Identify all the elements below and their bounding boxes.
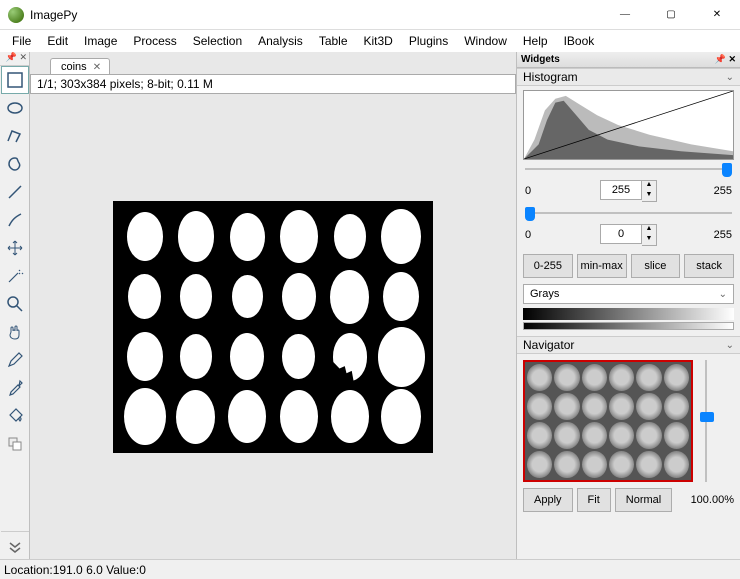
menu-image[interactable]: Image <box>76 32 125 50</box>
histogram-upper-slider[interactable] <box>525 162 732 176</box>
histogram-header[interactable]: Histogram ⌄ <box>517 68 740 86</box>
chevron-down-icon: ⌄ <box>726 340 734 351</box>
pencil-icon[interactable] <box>1 346 29 374</box>
wand-icon[interactable] <box>1 206 29 234</box>
btn-0-255[interactable]: 0-255 <box>523 254 573 278</box>
navigator-header[interactable]: Navigator ⌄ <box>517 336 740 354</box>
polygon-select-icon[interactable] <box>1 122 29 150</box>
menu-bar: File Edit Image Process Selection Analys… <box>0 30 740 52</box>
hist-min-label: 0 <box>525 185 553 197</box>
spin-down-icon[interactable]: ▼ <box>642 235 656 245</box>
hist-max-label2: 255 <box>704 229 732 241</box>
zoom-icon[interactable] <box>1 290 29 318</box>
app-icon <box>8 7 24 23</box>
menu-ibook[interactable]: IBook <box>556 32 603 50</box>
magic-wand-icon[interactable] <box>1 262 29 290</box>
widgets-title: Widgets <box>521 54 560 65</box>
bucket-icon[interactable] <box>1 402 29 430</box>
menu-edit[interactable]: Edit <box>39 32 76 50</box>
menu-file[interactable]: File <box>4 32 39 50</box>
image-info-bar: 1/1; 303x384 pixels; 8-bit; 0.11 M <box>30 74 516 94</box>
btn-apply[interactable]: Apply <box>523 488 573 512</box>
widgets-header: Widgets 📌 ✕ <box>517 52 740 68</box>
image-canvas[interactable] <box>113 201 433 453</box>
rect-select-icon[interactable] <box>1 66 29 94</box>
spin-up-icon[interactable]: ▲ <box>642 181 656 191</box>
tab-coins[interactable]: coins ✕ <box>50 58 110 74</box>
menu-table[interactable]: Table <box>311 32 356 50</box>
menu-window[interactable]: Window <box>456 32 515 50</box>
colormap-select[interactable]: Grays ⌄ <box>523 284 734 304</box>
window-title: ImagePy <box>30 8 602 22</box>
navigator-thumbnail[interactable] <box>523 360 693 482</box>
histogram-lower-slider[interactable] <box>525 206 732 220</box>
menu-process[interactable]: Process <box>125 32 184 50</box>
hand-icon[interactable] <box>1 318 29 346</box>
navigator-title: Navigator <box>523 338 574 352</box>
panel-pin-icon[interactable]: 📌 ✕ <box>715 54 736 65</box>
colormap-gradient-2 <box>523 322 734 330</box>
left-toolbar: 📌 ✕ <box>0 52 30 559</box>
spin-down-icon[interactable]: ▼ <box>642 191 656 201</box>
btn-normal[interactable]: Normal <box>615 488 672 512</box>
chevron-down-icon: ⌄ <box>713 289 733 300</box>
freehand-select-icon[interactable] <box>1 150 29 178</box>
hist-lower-input[interactable] <box>600 224 642 244</box>
hist-upper-spinner[interactable]: ▲▼ <box>600 180 657 202</box>
menu-kit3d[interactable]: Kit3D <box>356 32 401 50</box>
hist-upper-input[interactable] <box>600 180 642 200</box>
minimize-button[interactable]: — <box>602 0 648 30</box>
hist-min-label2: 0 <box>525 229 553 241</box>
chevrons-down-icon[interactable] <box>1 531 29 559</box>
close-button[interactable]: ✕ <box>694 0 740 30</box>
navigator-zoom-slider[interactable] <box>699 360 713 482</box>
btn-fit[interactable]: Fit <box>577 488 611 512</box>
maximize-button[interactable]: ▢ <box>648 0 694 30</box>
histogram-title: Histogram <box>523 70 578 84</box>
ellipse-select-icon[interactable] <box>1 94 29 122</box>
hist-lower-spinner[interactable]: ▲▼ <box>600 224 657 246</box>
menu-analysis[interactable]: Analysis <box>250 32 311 50</box>
menu-selection[interactable]: Selection <box>185 32 250 50</box>
tab-close-icon[interactable]: ✕ <box>93 62 101 73</box>
colormap-gradient <box>523 308 734 320</box>
tab-label: coins <box>61 61 87 73</box>
histogram-chart <box>523 90 734 160</box>
line-icon[interactable] <box>1 178 29 206</box>
btn-min-max[interactable]: min-max <box>577 254 627 278</box>
btn-stack[interactable]: stack <box>684 254 734 278</box>
hist-max-label: 255 <box>704 185 732 197</box>
eyedropper-icon[interactable] <box>1 374 29 402</box>
menu-help[interactable]: Help <box>515 32 556 50</box>
move-icon[interactable] <box>1 234 29 262</box>
pin-icon[interactable]: 📌 ✕ <box>0 52 29 66</box>
color-icon[interactable] <box>1 430 29 458</box>
btn-slice[interactable]: slice <box>631 254 681 278</box>
colormap-label: Grays <box>524 288 565 300</box>
menu-plugins[interactable]: Plugins <box>401 32 456 50</box>
spin-up-icon[interactable]: ▲ <box>642 225 656 235</box>
status-bar: Location:191.0 6.0 Value:0 <box>0 559 740 579</box>
zoom-percent: 100.00% <box>691 494 734 506</box>
chevron-down-icon: ⌄ <box>726 72 734 83</box>
